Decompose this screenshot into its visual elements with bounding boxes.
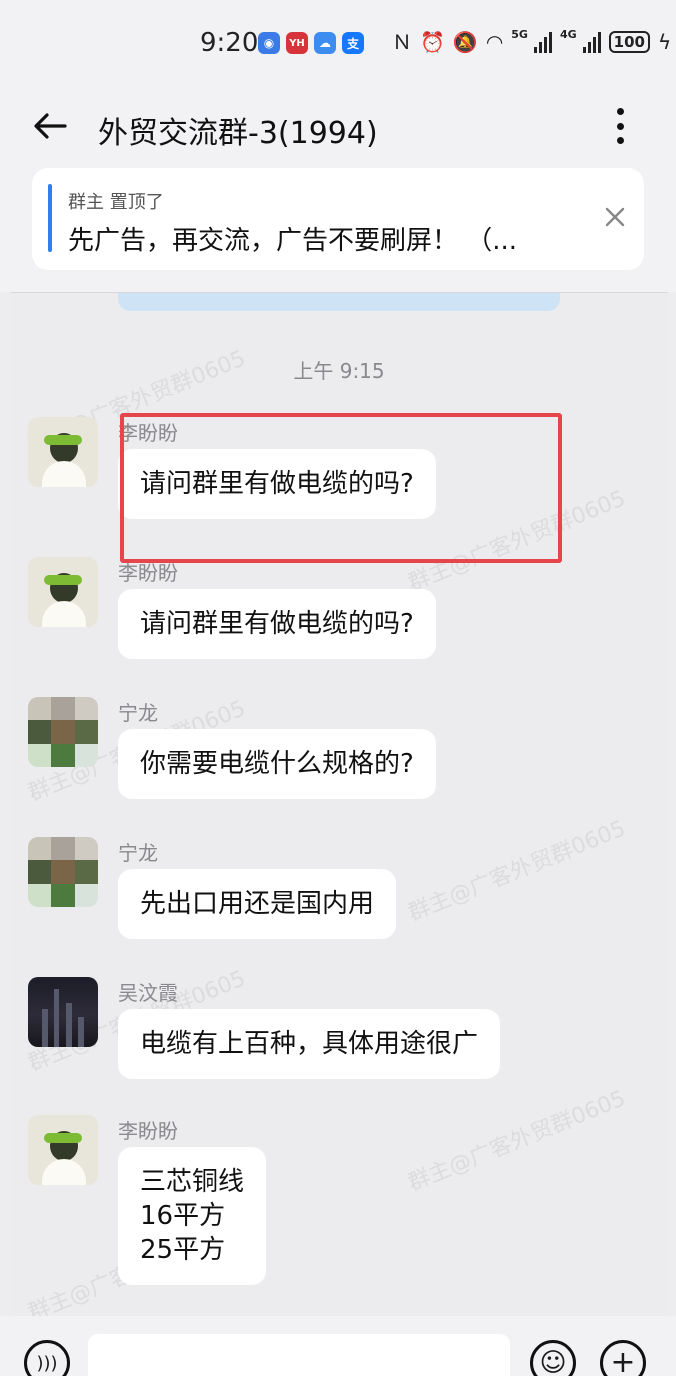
status-time: 9:20 (200, 28, 259, 58)
signal-icon-2 (582, 31, 601, 53)
pinned-text: 先广告，再交流，广告不要刷屏！ （... (68, 226, 518, 256)
app-icon-red: YH (286, 32, 308, 54)
pinned-meta: 群主 置顶了 (68, 192, 164, 213)
voice-icon: ))) (36, 1352, 58, 1374)
watermark: 群主@广客外贸群0605 (404, 816, 630, 927)
avatar[interactable] (28, 697, 98, 767)
input-bar: ))) ☺ + (0, 1316, 676, 1376)
network-5g-label: 5G (511, 27, 528, 41)
wifi-icon: ◠ (485, 30, 504, 54)
more-dot (616, 137, 624, 144)
avatar[interactable] (28, 837, 98, 907)
chat-header: 外贸交流群-3(1994) (0, 88, 676, 164)
message-list[interactable]: 上午 9:15 群主@广客外贸群0605 群主@广客外贸群0605 群主@广客外… (10, 292, 668, 1316)
pin-close-button[interactable] (602, 204, 628, 230)
smile-icon: ☺ (539, 1348, 567, 1376)
message-bubble[interactable]: 先出口用还是国内用 (118, 869, 397, 939)
close-icon (605, 207, 625, 227)
watermark: 群主@广客外贸群0605 (404, 1086, 630, 1197)
message-bubble[interactable]: 请问群里有做电缆的吗? (118, 589, 436, 659)
back-arrow-icon (34, 113, 67, 139)
highlight-box (120, 413, 562, 563)
pinned-area: 群主 置顶了 先广告，再交流，广告不要刷屏！ （... (0, 164, 676, 292)
pin-accent-bar (48, 184, 52, 252)
network-4g-label: 4G (559, 27, 577, 41)
sender-name: 李盼盼 (118, 561, 178, 585)
sender-name: 宁龙 (118, 841, 158, 865)
alipay-icon: 支 (342, 32, 364, 54)
status-app-icons: ◉ YH ☁ 支 (258, 32, 364, 54)
plus-icon: + (610, 1345, 636, 1376)
battery-icon: 100 (608, 31, 650, 53)
more-actions-button[interactable]: + (600, 1340, 646, 1376)
nfc-icon: Ｎ (392, 30, 412, 54)
sender-name: 宁龙 (118, 701, 158, 725)
sender-name: 李盼盼 (118, 1119, 178, 1143)
time-separator: 上午 9:15 (293, 359, 385, 383)
voice-button[interactable]: ))) (24, 1340, 70, 1376)
more-dot (616, 122, 624, 130)
charging-icon: ϟ (657, 30, 672, 54)
signal-icon (533, 31, 552, 53)
previous-message-bubble (118, 293, 560, 311)
app-icon-blue: ◉ (258, 32, 280, 54)
more-options-button[interactable] (606, 104, 634, 148)
avatar[interactable] (28, 977, 98, 1047)
emoji-button[interactable]: ☺ (530, 1340, 576, 1376)
alarm-icon: ⏰ (420, 30, 445, 54)
status-bar: 9:20 ◉ YH ☁ 支 Ｎ ⏰ 🔕 ◠ 5G 4G 100 ϟ (0, 0, 676, 88)
sender-name: 吴汶霞 (118, 981, 178, 1005)
avatar[interactable] (28, 1115, 98, 1185)
message-bubble[interactable]: 三芯铜线 16平方 25平方 (118, 1147, 267, 1285)
avatar[interactable] (28, 417, 98, 487)
chat-title: 外贸交流群-3(1994) (98, 116, 378, 151)
message-bubble[interactable]: 你需要电缆什么规格的? (118, 729, 436, 799)
weather-icon: ☁ (314, 32, 336, 54)
more-dot (616, 108, 624, 115)
mute-icon: 🔕 (452, 30, 478, 54)
avatar[interactable] (28, 557, 98, 627)
pinned-message-card[interactable]: 群主 置顶了 先广告，再交流，广告不要刷屏！ （... (32, 168, 644, 270)
back-button[interactable] (30, 106, 70, 146)
system-status-icons: Ｎ ⏰ 🔕 ◠ 5G 4G 100 ϟ (392, 27, 672, 55)
message-bubble[interactable]: 电缆有上百种，具体用途很广 (118, 1009, 501, 1079)
message-input[interactable] (88, 1334, 510, 1376)
